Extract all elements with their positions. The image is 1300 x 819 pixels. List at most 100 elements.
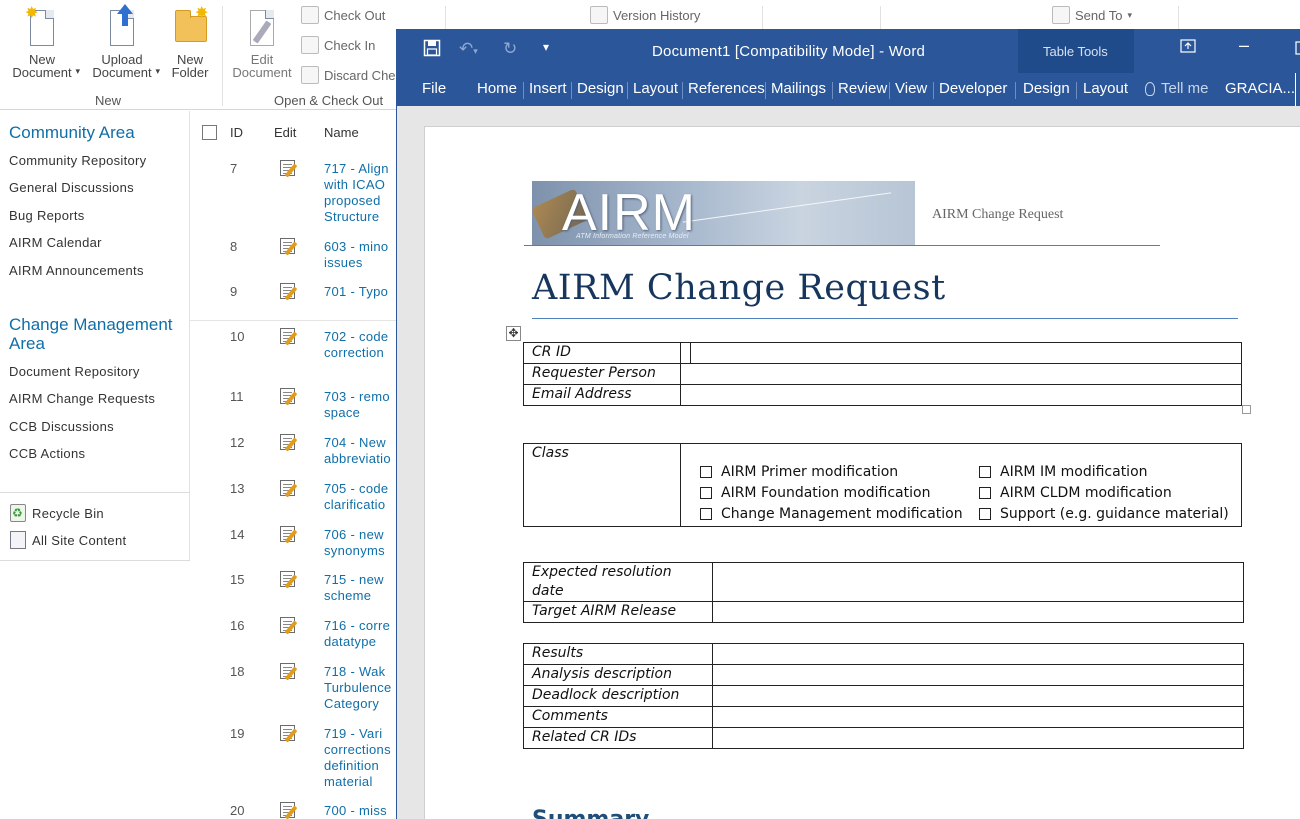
maximize-icon[interactable] [1295,41,1300,60]
tab-layout[interactable]: Layout [633,80,678,97]
comments-value[interactable] [712,706,1244,728]
summary-heading: Summary [532,807,649,819]
version-history-button[interactable]: Version History [590,4,700,26]
tab-developer[interactable]: Developer [939,80,1007,97]
nav-heading-change-management[interactable]: Change Management Area [9,315,187,353]
class-option-im[interactable]: AIRM IM modification [979,464,1148,480]
all-site-content-link[interactable]: All Site Content [10,531,126,549]
deadlock-description-value[interactable] [712,685,1244,707]
email-address-value[interactable] [680,384,1242,406]
ribbon-display-options-icon[interactable] [1180,39,1196,58]
row-name-link[interactable]: 603 - mino issues [324,239,396,271]
row-name-link[interactable]: 701 - Typo [324,284,396,300]
checkbox-icon[interactable] [979,466,991,478]
class-option-change-management[interactable]: Change Management modification [700,506,963,522]
table-resize-handle[interactable] [1242,405,1251,414]
nav-item-ccb-discussions[interactable]: CCB Discussions [9,419,114,434]
customize-toolbar-icon[interactable]: ▾ [543,40,549,54]
tab-table-design[interactable]: Design [1023,80,1070,97]
table-move-handle-icon[interactable]: ✥ [506,326,521,341]
row-name-link[interactable]: 705 - code clarificatio [324,481,396,513]
class-option-primer[interactable]: AIRM Primer modification [700,464,898,480]
user-account[interactable]: GRACIA... [1225,80,1295,97]
edit-document-button[interactable]: Edit Document [222,6,302,79]
expected-resolution-date-value[interactable] [712,562,1244,602]
tab-home[interactable]: Home [477,80,517,97]
send-to-button[interactable]: Send To ▾ [1052,4,1132,26]
tab-references[interactable]: References [688,80,765,97]
redo-icon[interactable]: ↻ [503,39,517,59]
related-cr-ids-value[interactable] [712,727,1244,749]
edit-properties-icon[interactable] [279,433,299,452]
edit-properties-icon[interactable] [279,159,299,178]
row-name-link[interactable]: 716 - corre datatype [324,618,396,650]
edit-properties-icon[interactable] [279,327,299,346]
minimize-icon[interactable]: – [1239,35,1249,56]
checkbox-icon[interactable] [700,487,712,499]
undo-icon[interactable]: ↶▾ [459,39,478,59]
recycle-bin-link[interactable]: Recycle Bin [10,504,104,522]
edit-properties-icon[interactable] [279,387,299,406]
all-site-content-label: All Site Content [32,532,127,548]
cr-id-value[interactable] [680,342,1242,364]
edit-properties-icon[interactable] [279,662,299,681]
edit-properties-icon[interactable] [279,282,299,301]
row-name-link[interactable]: 702 - code correction [324,329,396,361]
nav-heading-community[interactable]: Community Area [9,123,187,142]
row-name-link[interactable]: 706 - new synonyms [324,527,396,559]
row-name-link[interactable]: 717 - Align with ICAO proposed Structure [324,161,396,225]
nav-item-ccb-actions[interactable]: CCB Actions [9,446,85,461]
save-icon[interactable] [423,39,441,62]
table-row: Results [523,643,1244,665]
edit-properties-icon[interactable] [279,237,299,256]
target-airm-release-value[interactable] [712,601,1244,623]
nav-item-community-repository[interactable]: Community Repository [9,153,147,168]
select-all-checkbox[interactable] [202,125,217,140]
edit-properties-icon[interactable] [279,570,299,589]
tab-design[interactable]: Design [577,80,624,97]
new-document-button[interactable]: ✸ New Document ▾ [2,6,82,80]
nav-item-airm-announcements[interactable]: AIRM Announcements [9,263,144,278]
document-page[interactable]: AIRM ATM Information Reference Model AIR… [424,126,1300,819]
row-name-link[interactable]: 718 - Wak Turbulence Category [324,664,396,712]
results-value[interactable] [712,643,1244,665]
class-option-support[interactable]: Support (e.g. guidance material) [979,506,1229,522]
tab-file[interactable]: File [422,80,446,97]
analysis-description-value[interactable] [712,664,1244,686]
checkbox-icon[interactable] [979,487,991,499]
row-name-link[interactable]: 704 - New abbreviatio [324,435,396,467]
checkbox-icon[interactable] [700,466,712,478]
row-name-link[interactable]: 700 - miss [324,803,396,819]
nav-item-airm-calendar[interactable]: AIRM Calendar [9,235,102,250]
check-in-button[interactable]: Check In [301,34,375,56]
tab-review[interactable]: Review [838,80,887,97]
tab-insert[interactable]: Insert [529,80,567,97]
check-out-button[interactable]: Check Out [301,4,385,26]
row-name-link[interactable]: 715 - new scheme [324,572,396,604]
nav-item-document-repository[interactable]: Document Repository [9,364,140,379]
class-option-foundation[interactable]: AIRM Foundation modification [700,485,930,501]
discard-check-out-button[interactable]: Discard Che [301,64,396,86]
edit-properties-icon[interactable] [279,525,299,544]
tell-me-search[interactable]: Tell me [1145,80,1209,97]
edit-properties-icon[interactable] [279,479,299,498]
row-name-link[interactable]: 703 - remo space [324,389,396,421]
tab-table-layout[interactable]: Layout [1083,80,1128,97]
nav-item-general-discussions[interactable]: General Discussions [9,180,134,195]
row-name-link[interactable]: 719 - Vari corrections definition materi… [324,726,396,790]
requester-person-value[interactable] [680,363,1242,385]
nav-item-bug-reports[interactable]: Bug Reports [9,208,85,223]
edit-properties-icon[interactable] [279,724,299,743]
column-header-id[interactable]: ID [230,125,243,140]
nav-item-airm-change-requests[interactable]: AIRM Change Requests [9,391,155,406]
column-header-edit[interactable]: Edit [274,125,296,140]
tab-mailings[interactable]: Mailings [771,80,826,97]
class-option-cldm[interactable]: AIRM CLDM modification [979,485,1172,501]
checkbox-icon[interactable] [979,508,991,520]
edit-properties-icon[interactable] [279,801,299,819]
new-folder-button[interactable]: ✸ New Folder [150,6,230,80]
edit-properties-icon[interactable] [279,616,299,635]
column-header-name[interactable]: Name [324,125,359,140]
tab-view[interactable]: View [895,80,927,97]
checkbox-icon[interactable] [700,508,712,520]
